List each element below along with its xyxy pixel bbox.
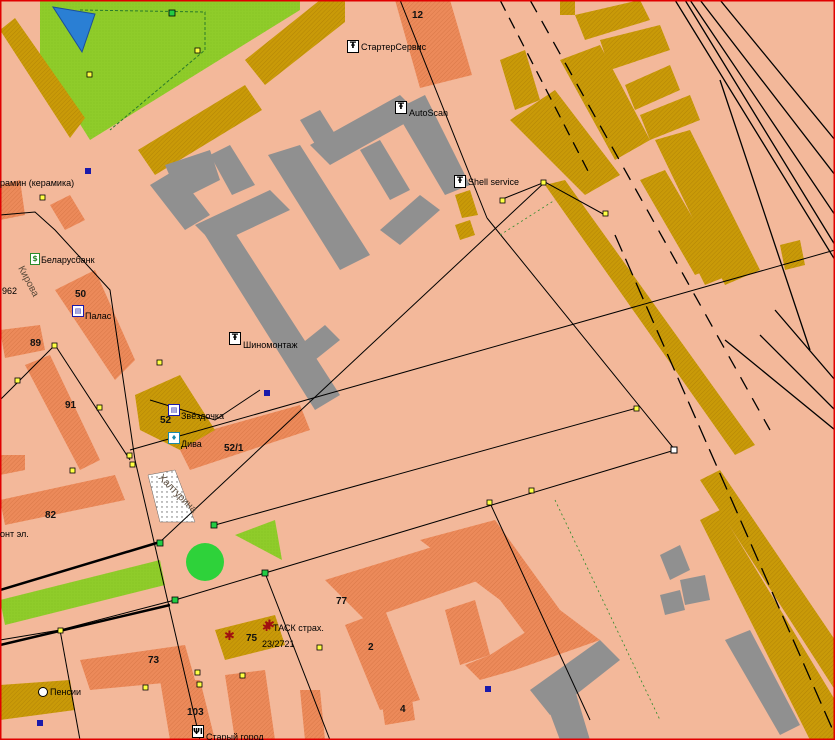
tire-service-icon: Ŧ xyxy=(347,40,359,53)
poi-pension[interactable]: Пенсии xyxy=(38,687,81,697)
shop-icon: ♦ xyxy=(168,432,180,444)
house-number: 2 xyxy=(368,642,374,653)
label-962: 962 xyxy=(2,286,17,296)
poi-label: СтартерСервис xyxy=(361,41,427,52)
map-canvas[interactable]: 12 50 89 91 52 52/1 82 77 75 2 73 103 4 … xyxy=(0,0,835,740)
shop-icon: ▤ xyxy=(168,404,180,416)
tire-service-icon: Ŧ xyxy=(395,100,407,114)
insurance-icon: ✱ xyxy=(224,629,235,644)
house-number: 91 xyxy=(65,400,77,411)
house-number: 75 xyxy=(246,633,258,644)
poi-label: Беларусбанк xyxy=(41,255,95,265)
tire-service-icon: Ŧ xyxy=(454,175,466,188)
poi-label: ТАСК страх. xyxy=(273,622,324,633)
poi-tire-fitting[interactable]: Ŧ Шиномонтаж xyxy=(229,326,297,350)
poi-label: Дива xyxy=(181,439,202,449)
house-number: 73 xyxy=(148,655,160,666)
poi-label: Шиномонтаж xyxy=(243,340,298,350)
insurance-icon: ✱ xyxy=(264,618,275,633)
poi-label: Палас xyxy=(85,311,112,321)
poi-starter-service[interactable]: Ŧ СтартерСервис xyxy=(347,40,426,53)
label-repair: онт эл. xyxy=(0,529,29,539)
label-address-23: 23/2721 xyxy=(262,639,295,649)
poi-stary-gorod[interactable]: ΨΙ Старый город xyxy=(192,720,264,740)
pension-icon xyxy=(38,687,48,697)
house-number: 52/1 xyxy=(224,443,244,454)
house-number: 89 xyxy=(30,338,42,349)
street-label-kirova: Кирова xyxy=(15,264,41,299)
food-icon: ΨΙ xyxy=(192,724,204,738)
house-number: 82 xyxy=(45,510,57,521)
poi-belarusbank[interactable]: $ Беларусбанк xyxy=(30,243,95,265)
tire-service-icon: Ŧ xyxy=(229,331,241,345)
poi-label: Старый город xyxy=(206,732,264,740)
house-number: 12 xyxy=(412,10,424,21)
house-number: 103 xyxy=(187,707,204,718)
bank-icon: $ xyxy=(30,253,40,265)
poi-label: Shell service xyxy=(468,176,520,187)
poi-label: Звёздочка xyxy=(181,411,225,421)
poi-label: AutoScan xyxy=(409,108,449,118)
poi-autoscan[interactable]: Ŧ AutoScan xyxy=(395,96,448,118)
shop-icon: ▤ xyxy=(72,305,84,317)
poi-zvezdochka[interactable]: ▤ Звёздочка xyxy=(168,399,224,421)
street-label-khalturina: Халтурина xyxy=(156,472,199,515)
poi-label: Пенсии xyxy=(50,687,81,697)
label-ceramics: рамин (керамика) xyxy=(0,178,74,188)
house-number: 77 xyxy=(336,596,348,607)
house-number: 4 xyxy=(400,704,406,715)
poi-diva[interactable]: ♦ Дива xyxy=(168,427,202,449)
house-number: 50 xyxy=(75,289,87,300)
poi-shell-service[interactable]: Ŧ Shell service xyxy=(454,175,519,188)
poi-palas[interactable]: ▤ Палас xyxy=(72,301,111,321)
